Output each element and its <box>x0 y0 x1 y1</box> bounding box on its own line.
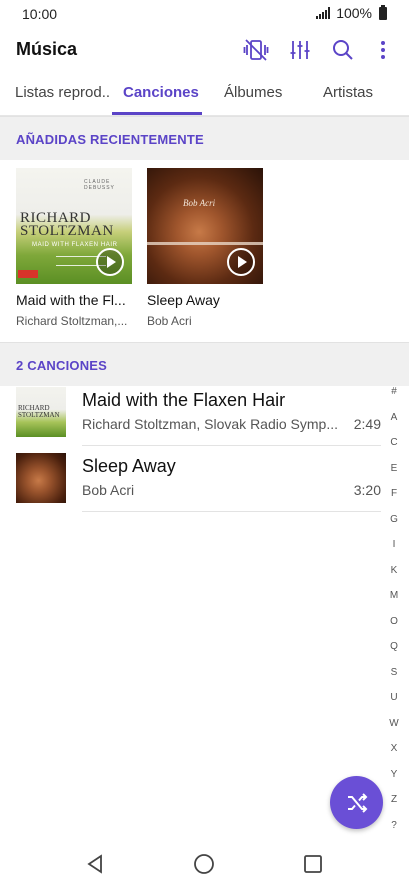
index-letter[interactable]: W <box>387 718 401 744</box>
index-letter[interactable]: K <box>387 565 401 591</box>
tab-artists[interactable]: Artistas <box>323 84 373 101</box>
index-letter[interactable]: O <box>387 616 401 642</box>
app-bar: Música <box>0 28 409 72</box>
more-dots-glyph <box>381 41 385 59</box>
song-title: Maid with the Flaxen Hair <box>82 390 286 410</box>
shuffle-icon <box>347 792 367 813</box>
alphabet-index[interactable]: # A C E F G I K M O Q S U W X Y Z? <box>387 386 401 845</box>
cover-decoration <box>147 242 263 245</box>
search-glyph <box>333 40 353 60</box>
status-bar: 10:00 100% <box>0 0 409 28</box>
song-title: Sleep Away <box>82 456 176 476</box>
battery-icon <box>379 4 387 20</box>
recent-section-title: AÑADIDAS RECIENTEMENTE <box>16 132 204 147</box>
tab-playlists[interactable]: Listas reprod.. <box>15 84 110 101</box>
tab-songs[interactable]: Canciones <box>123 84 199 101</box>
play-icon[interactable] <box>227 248 255 276</box>
search-icon[interactable] <box>329 36 357 64</box>
cover-top-text: CLAUDE DEBUSSY <box>84 179 115 191</box>
song-thumbnail: RICHARD STOLTZMAN <box>16 387 66 437</box>
recent-album-card[interactable]: Bob Acri Sleep Away Bob Acri <box>147 168 263 328</box>
index-letter[interactable]: E <box>387 463 401 489</box>
index-letter[interactable]: I <box>387 539 401 565</box>
vibrate-off-icon[interactable] <box>242 36 270 64</box>
album-cover[interactable]: Bob Acri <box>147 168 263 284</box>
index-letter[interactable]: Q <box>387 641 401 667</box>
index-letter[interactable]: C <box>387 437 401 463</box>
index-letter[interactable]: F <box>387 488 401 514</box>
back-icon[interactable] <box>84 852 108 876</box>
song-artist: Bob Acri <box>82 482 135 498</box>
album-title: Sleep Away <box>147 292 220 308</box>
recents-icon[interactable] <box>301 852 325 876</box>
song-duration: 3:20 <box>353 482 381 498</box>
home-icon[interactable] <box>192 852 216 876</box>
cover-artist-name: Bob Acri <box>183 198 216 208</box>
song-artist: Richard Stoltzman, Slovak Radio Symp... <box>82 416 338 432</box>
song-duration: 2:49 <box>353 416 381 432</box>
tab-albums[interactable]: Álbumes <box>224 84 282 101</box>
index-letter[interactable]: U <box>387 692 401 718</box>
cover-artist-line-2: STOLTZMAN <box>20 223 114 239</box>
shuffle-button[interactable] <box>330 776 383 829</box>
status-time: 10:00 <box>22 6 58 22</box>
thumb-text-2: STOLTZMAN <box>18 411 60 419</box>
more-options-icon[interactable] <box>369 36 397 64</box>
signal-icon <box>316 7 331 19</box>
back-glyph <box>87 854 102 874</box>
index-letter[interactable]: Y <box>387 769 401 795</box>
index-letter[interactable]: A <box>387 412 401 438</box>
song-row[interactable]: Sleep Away Bob Acri 3:20 <box>0 446 390 512</box>
album-artist: Richard Stoltzman,... <box>16 314 128 328</box>
label-logo <box>18 270 38 278</box>
system-nav-bar <box>0 838 409 888</box>
song-row[interactable]: RICHARD STOLTZMAN Maid with the Flaxen H… <box>0 380 390 446</box>
active-tab-indicator <box>112 112 202 115</box>
recent-album-card[interactable]: CLAUDE DEBUSSY RICHARD STOLTZMAN MAID WI… <box>16 168 132 328</box>
tab-bar: Listas reprod.. Canciones Álbumes Artist… <box>0 72 409 116</box>
album-cover[interactable]: CLAUDE DEBUSSY RICHARD STOLTZMAN MAID WI… <box>16 168 132 284</box>
home-glyph <box>194 854 214 874</box>
recent-section-header: AÑADIDAS RECIENTEMENTE <box>0 116 409 160</box>
songs-section-title: 2 CANCIONES <box>16 358 108 373</box>
divider <box>82 511 381 512</box>
page-title: Música <box>16 39 78 59</box>
battery-percent: 100% <box>336 5 372 21</box>
status-right: 100% <box>316 4 387 21</box>
music-app-screen: { "status_bar": {"time": "10:00", "batte… <box>0 0 409 888</box>
index-letter[interactable]: X <box>387 743 401 769</box>
index-letter[interactable]: S <box>387 667 401 693</box>
song-thumbnail <box>16 453 66 503</box>
album-title: Maid with the Fl... <box>16 292 126 308</box>
equalizer-glyph <box>290 41 310 59</box>
index-letter[interactable]: # <box>387 386 401 412</box>
index-letter[interactable]: G <box>387 514 401 540</box>
index-letter[interactable]: Z <box>387 794 401 820</box>
vibrate-off-glyph <box>243 39 269 61</box>
index-letter[interactable]: M <box>387 590 401 616</box>
play-icon[interactable] <box>96 248 124 276</box>
album-artist: Bob Acri <box>147 314 192 328</box>
cover-album-title: MAID WITH FLAXEN HAIR <box>32 242 118 248</box>
equalizer-icon[interactable] <box>286 36 314 64</box>
recents-glyph <box>304 855 322 873</box>
